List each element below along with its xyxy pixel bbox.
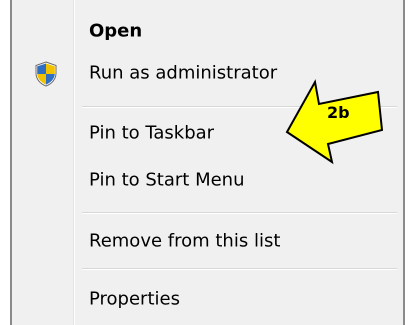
screenshot-stage: Open Run as administrator Pin to Taskbar… xyxy=(0,0,417,325)
callout-label: 2b xyxy=(327,103,350,122)
menu-item-label: Properties xyxy=(89,288,180,310)
menu-item-label: Remove from this list xyxy=(89,230,281,252)
uac-shield-icon xyxy=(35,61,57,87)
menu-item-label: Pin to Start Menu xyxy=(89,169,245,191)
menu-item-label: Open xyxy=(89,20,143,42)
menu-item-properties[interactable]: Properties xyxy=(14,279,401,319)
callout-arrow-icon xyxy=(285,79,383,165)
menu-item-label: Run as administrator xyxy=(89,62,278,84)
menu-item-remove-from-this-list[interactable]: Remove from this list xyxy=(14,221,401,261)
menu-item-pin-to-start-menu[interactable]: Pin to Start Menu xyxy=(14,160,401,200)
menu-separator xyxy=(82,212,397,214)
menu-separator xyxy=(82,268,397,270)
menu-item-open[interactable]: Open xyxy=(14,11,401,51)
menu-item-label: Pin to Taskbar xyxy=(89,122,215,144)
